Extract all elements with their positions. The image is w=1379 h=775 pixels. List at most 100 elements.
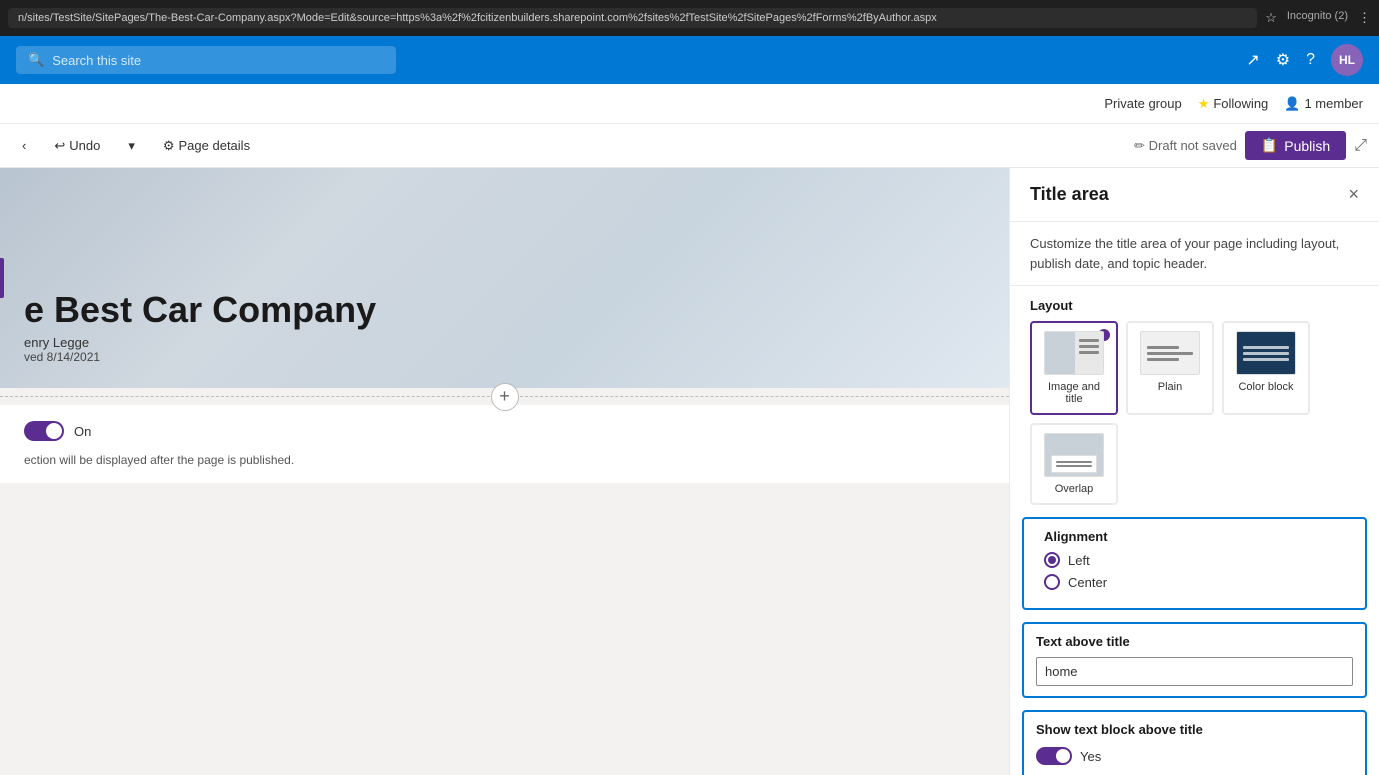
publish-icon: 📋	[1261, 137, 1278, 154]
text-above-title-input[interactable]	[1036, 657, 1353, 686]
star-icon[interactable]: ☆	[1265, 10, 1277, 26]
following-label: Following	[1213, 96, 1268, 111]
following-button[interactable]: ★ Following	[1198, 96, 1269, 112]
edit-indicator	[0, 258, 4, 298]
page-details-label: Page details	[179, 138, 251, 153]
show-text-block-title: Show text block above title	[1036, 722, 1353, 737]
search-placeholder: Search this site	[52, 53, 141, 68]
panel-title: Title area	[1030, 184, 1348, 205]
layout-icon-overlap	[1044, 433, 1104, 477]
alignment-center-option[interactable]: Center	[1044, 574, 1345, 590]
toggle-label: On	[74, 424, 91, 439]
person-icon: 👤	[1284, 96, 1300, 112]
share-icon[interactable]: ↗	[1246, 50, 1259, 70]
alignment-section-title: Alignment	[1044, 519, 1345, 552]
add-section-bar: +	[0, 388, 1009, 405]
alignment-center-label: Center	[1068, 575, 1107, 590]
hero-area[interactable]: e Best Car Company enry Legge ved 8/14/2…	[0, 168, 1009, 388]
page-details-button[interactable]: ⚙ Page details	[153, 132, 260, 160]
add-section-line-left	[0, 396, 505, 397]
undo-button[interactable]: ↩ Undo	[44, 132, 110, 160]
draft-label: ✏ Draft not saved	[1134, 138, 1237, 154]
layout-label-overlap: Overlap	[1055, 483, 1094, 495]
layout-label-plain: Plain	[1158, 381, 1182, 393]
members-section: 👤 1 member	[1284, 96, 1363, 112]
main-content: e Best Car Company enry Legge ved 8/14/2…	[0, 168, 1379, 775]
layout-option-overlap[interactable]: Overlap	[1030, 423, 1118, 505]
hero-date: ved 8/14/2021	[24, 350, 376, 364]
section-info-text: ection will be displayed after the page …	[24, 453, 985, 467]
back-button[interactable]: ‹	[12, 132, 36, 159]
help-icon[interactable]: ?	[1306, 51, 1315, 69]
gear-icon: ⚙	[163, 138, 175, 154]
back-icon: ‹	[22, 138, 26, 153]
add-section-button[interactable]: +	[491, 383, 519, 411]
topnav-right: ↗ ⚙ ? HL	[1246, 44, 1363, 76]
private-group-label: Private group	[1104, 96, 1181, 111]
members-label: 1 member	[1304, 96, 1363, 111]
undo-icon: ↩	[54, 138, 65, 154]
show-text-block-toggle-thumb	[1056, 749, 1070, 763]
section-toggle[interactable]	[24, 421, 64, 441]
page-content: e Best Car Company enry Legge ved 8/14/2…	[0, 168, 1009, 775]
plain-icon	[1141, 331, 1199, 375]
search-box[interactable]: 🔍 Search this site	[16, 46, 396, 74]
alignment-center-radio	[1044, 574, 1060, 590]
text-above-title-label: Text above title	[1036, 634, 1353, 649]
alignment-left-label: Left	[1068, 553, 1090, 568]
avatar[interactable]: HL	[1331, 44, 1363, 76]
layout-option-color-block[interactable]: Color block	[1222, 321, 1310, 415]
following-star-icon: ★	[1198, 96, 1210, 112]
layout-icon-image-title	[1044, 331, 1104, 375]
edit-icon: ✏	[1134, 138, 1145, 153]
layout-section-title: Layout	[1010, 286, 1379, 321]
right-panel: Title area × Customize the title area of…	[1009, 168, 1379, 775]
page-title: e Best Car Company	[24, 289, 376, 331]
layout-option-plain[interactable]: Plain	[1126, 321, 1214, 415]
site-header-right: Private group ★ Following 👤 1 member	[1104, 96, 1363, 112]
alignment-section: Alignment Left Center	[1022, 517, 1367, 610]
more-icon[interactable]: ⋮	[1358, 10, 1371, 26]
chevron-down-button[interactable]: ▾	[118, 132, 145, 160]
overlap-icon	[1045, 433, 1103, 477]
search-icon: 🔍	[28, 52, 44, 68]
profile-icon: Incognito (2)	[1287, 10, 1348, 26]
site-header: Private group ★ Following 👤 1 member	[0, 84, 1379, 124]
publish-label: Publish	[1284, 138, 1330, 154]
panel-header: Title area ×	[1010, 168, 1379, 222]
text-above-title-section: Text above title	[1022, 622, 1367, 698]
publish-button[interactable]: 📋 Publish	[1245, 131, 1346, 160]
show-text-block-toggle[interactable]	[1036, 747, 1072, 765]
toggle-section: On ection will be displayed after the pa…	[0, 405, 1009, 483]
hero-author: enry Legge	[24, 335, 376, 350]
layout-icon-color-block	[1236, 331, 1296, 375]
layout-options: Image and title Plain	[1010, 321, 1379, 517]
undo-label: Undo	[69, 138, 100, 153]
layout-label-color-block: Color block	[1238, 381, 1293, 393]
alignment-left-radio	[1044, 552, 1060, 568]
add-section-line-right	[505, 396, 1010, 397]
panel-description: Customize the title area of your page in…	[1010, 222, 1379, 286]
layout-icon-plain	[1140, 331, 1200, 375]
hero-content: e Best Car Company enry Legge ved 8/14/2…	[24, 289, 376, 364]
toggle-row: On	[24, 421, 985, 441]
alignment-left-option[interactable]: Left	[1044, 552, 1345, 568]
sp-topnav: 🔍 Search this site ↗ ⚙ ? HL	[0, 36, 1379, 84]
browser-icons: ☆ Incognito (2) ⋮	[1265, 10, 1371, 26]
image-title-icon	[1045, 331, 1103, 375]
chevron-down-icon: ▾	[128, 138, 135, 154]
color-block-icon	[1237, 331, 1295, 375]
toolbar-right: ✏ Draft not saved 📋 Publish ⤢	[1134, 131, 1367, 160]
browser-url: n/sites/TestSite/SitePages/The-Best-Car-…	[8, 8, 1257, 28]
show-block-section: Show text block above title Yes Show pub…	[1022, 710, 1367, 775]
panel-close-button[interactable]: ×	[1348, 184, 1359, 205]
toggle-thumb	[46, 423, 62, 439]
show-text-block-toggle-row: Yes	[1036, 747, 1353, 765]
expand-icon[interactable]: ⤢	[1354, 137, 1367, 155]
layout-label-image-title: Image and title	[1040, 381, 1108, 405]
edit-toolbar: ‹ ↩ Undo ▾ ⚙ Page details ✏ Draft not sa…	[0, 124, 1379, 168]
layout-option-image-title[interactable]: Image and title	[1030, 321, 1118, 415]
settings-icon[interactable]: ⚙	[1276, 50, 1290, 70]
browser-bar: n/sites/TestSite/SitePages/The-Best-Car-…	[0, 0, 1379, 36]
show-text-block-toggle-label: Yes	[1080, 749, 1101, 764]
